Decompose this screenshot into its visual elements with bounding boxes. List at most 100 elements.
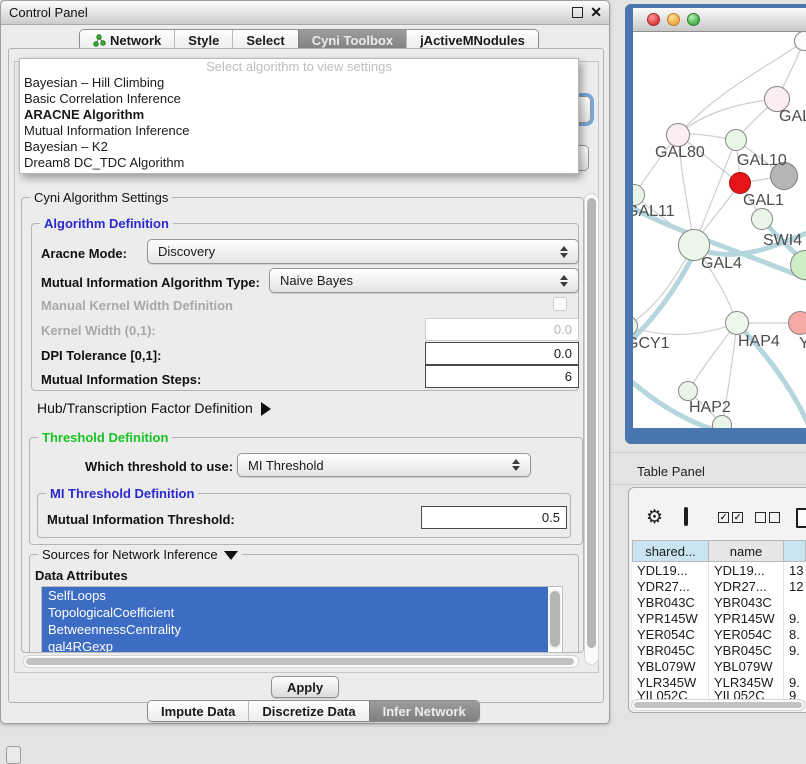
dropdown-item[interactable]: Dream8 DC_TDC Algorithm (20, 155, 578, 171)
node-label: GAL10 (737, 152, 787, 170)
mi-algorithm-type-combo[interactable]: Naive Bayes (269, 268, 579, 293)
table-row[interactable]: YLR345W YLR345W 9. (632, 674, 806, 690)
node-label: HAP2 (689, 399, 731, 417)
threshold-definition-title: Threshold Definition (38, 430, 172, 445)
minimize-traffic-light-icon[interactable] (667, 13, 680, 26)
network-node-red[interactable] (729, 172, 751, 194)
list-item[interactable]: BetweennessCentrality (42, 621, 548, 638)
mi-threshold-label: Mutual Information Threshold: (47, 512, 235, 527)
mi-algorithm-type-label: Mutual Information Algorithm Type: (41, 275, 260, 290)
aracne-mode-label: Aracne Mode: (41, 246, 127, 261)
network-view-window: GAL GAL80 GAL10 GAL1 GAL11 SWI4 GAL4 GCY… (625, 4, 806, 444)
table-row[interactable]: YBR045C YBR045C 9. (632, 642, 806, 658)
table-row[interactable]: YER054C YER054C 8. (632, 626, 806, 642)
aracne-mode-combo[interactable]: Discovery (147, 239, 579, 264)
column-header-partial[interactable] (784, 540, 806, 562)
mi-steps-label: Mutual Information Steps: (41, 372, 201, 387)
zoom-traffic-light-icon[interactable] (687, 13, 700, 26)
node-label: GAL4 (701, 255, 742, 273)
dropdown-item[interactable]: Bayesian – Hill Climbing (20, 75, 578, 91)
mi-threshold-field[interactable]: 0.5 (421, 506, 567, 529)
which-threshold-combo[interactable]: MI Threshold (237, 453, 531, 477)
tab-network[interactable]: Network (80, 30, 174, 50)
tab-style[interactable]: Style (174, 30, 232, 50)
mi-steps-field[interactable]: 6 (425, 365, 579, 388)
list-item[interactable]: TopologicalCoefficient (42, 604, 548, 621)
tab-jactivemnodules[interactable]: jActiveMNodules (406, 30, 538, 50)
column-layout-icon[interactable] (684, 507, 688, 526)
control-panel-title: Control Panel (9, 5, 88, 20)
kernel-width-label: Kernel Width (0,1): (41, 323, 156, 338)
table-header-row: shared... name (632, 540, 806, 562)
expanded-arrow-icon (224, 551, 238, 560)
bottom-tabbar: Impute Data Discretize Data Infer Networ… (147, 700, 480, 722)
tab-cyni-toolbox[interactable]: Cyni Toolbox (298, 30, 406, 50)
which-threshold-label: Which threshold to use: (85, 459, 233, 474)
dropdown-item[interactable]: Basic Correlation Inference (20, 91, 578, 107)
table-horizontal-scrollbar[interactable] (631, 699, 805, 711)
table-panel-title: Table Panel (637, 464, 705, 479)
network-node[interactable] (678, 381, 698, 401)
select-all-checkboxes-icon[interactable]: ✓✓ (718, 512, 743, 523)
column-header-sharedname[interactable]: shared... (632, 540, 709, 562)
hub-section-toggle[interactable]: Hub/Transcription Factor Definition (37, 400, 271, 416)
manual-kernel-checkbox[interactable] (553, 297, 567, 311)
kernel-width-field[interactable]: 0.0 (425, 318, 579, 341)
list-item[interactable]: SelfLoops (42, 587, 548, 604)
control-panel-window: Control Panel ✕ Network Style Select Cyn… (0, 0, 610, 724)
manual-kernel-label: Manual Kernel Width Definition (41, 298, 233, 313)
dropdown-item[interactable]: Bayesian – K2 (20, 139, 578, 155)
algorithm-definition-title: Algorithm Definition (40, 216, 173, 231)
close-traffic-light-icon[interactable] (647, 13, 660, 26)
network-node-salmon[interactable] (788, 311, 806, 335)
tab-infer-network[interactable]: Infer Network (369, 701, 479, 721)
deselect-all-checkboxes-icon[interactable] (755, 512, 780, 523)
float-window-icon[interactable] (572, 7, 583, 18)
network-node[interactable] (725, 129, 747, 151)
tab-discretize-data[interactable]: Discretize Data (248, 701, 368, 721)
network-canvas[interactable]: GAL GAL80 GAL10 GAL1 GAL11 SWI4 GAL4 GCY… (633, 32, 806, 428)
settings-vertical-scrollbar[interactable] (584, 193, 599, 665)
table-row[interactable]: YBL079W YBL079W (632, 658, 806, 674)
algorithm-dropdown-popup: Select algorithm to view settings Bayesi… (19, 58, 579, 174)
close-window-icon[interactable]: ✕ (590, 4, 602, 21)
list-item[interactable]: gal4RGexp (42, 638, 548, 653)
dpi-tolerance-field[interactable]: 0.0 (425, 342, 579, 365)
minimized-panel-icon[interactable] (6, 746, 21, 764)
export-table-icon[interactable] (796, 508, 806, 528)
table-row[interactable]: YDL19... YDL19... 13 (632, 562, 806, 578)
apply-button[interactable]: Apply (271, 676, 339, 698)
network-node[interactable] (751, 208, 773, 230)
dropdown-prompt: Select algorithm to view settings (20, 59, 578, 75)
node-label: GAL1 (743, 192, 784, 210)
combo-stepper-icon (512, 459, 520, 471)
node-label: HAP4 (738, 333, 780, 351)
list-scrollbar[interactable] (549, 589, 561, 650)
control-panel-titlebar: Control Panel ✕ (1, 1, 609, 25)
table-row[interactable]: YDR27... YDR27... 12 (632, 578, 806, 594)
node-label: Y (799, 335, 806, 353)
table-row[interactable]: YPR145W YPR145W 9. (632, 610, 806, 626)
node-label: GAL11 (633, 203, 675, 221)
data-attributes-list[interactable]: SelfLoops TopologicalCoefficient Between… (41, 586, 563, 653)
network-icon (93, 34, 106, 47)
dropdown-item[interactable]: Mutual Information Inference (20, 123, 578, 139)
panel-divider (610, 452, 806, 453)
combo-stepper-icon (560, 275, 568, 287)
panel-divider (610, 484, 806, 485)
tab-select[interactable]: Select (232, 30, 297, 50)
settings-group-title: Cyni Algorithm Settings (30, 190, 172, 205)
network-node[interactable] (725, 311, 749, 335)
dpi-tolerance-label: DPI Tolerance [0,1]: (41, 348, 161, 363)
gear-icon[interactable]: ⚙ (646, 508, 663, 527)
tab-impute-data[interactable]: Impute Data (148, 701, 248, 721)
settings-horizontal-scrollbar[interactable] (23, 655, 579, 668)
table-row[interactable]: YBR043C YBR043C (632, 594, 806, 610)
dropdown-item-selected[interactable]: ARACNE Algorithm (20, 107, 578, 123)
network-window-titlebar (633, 8, 806, 32)
mi-threshold-group-title: MI Threshold Definition (46, 486, 198, 501)
sources-group-title[interactable]: Sources for Network Inference (38, 547, 242, 562)
column-header-name[interactable]: name (709, 540, 784, 562)
node-label: SWI4 (763, 232, 802, 250)
collapsed-arrow-icon (261, 402, 271, 416)
